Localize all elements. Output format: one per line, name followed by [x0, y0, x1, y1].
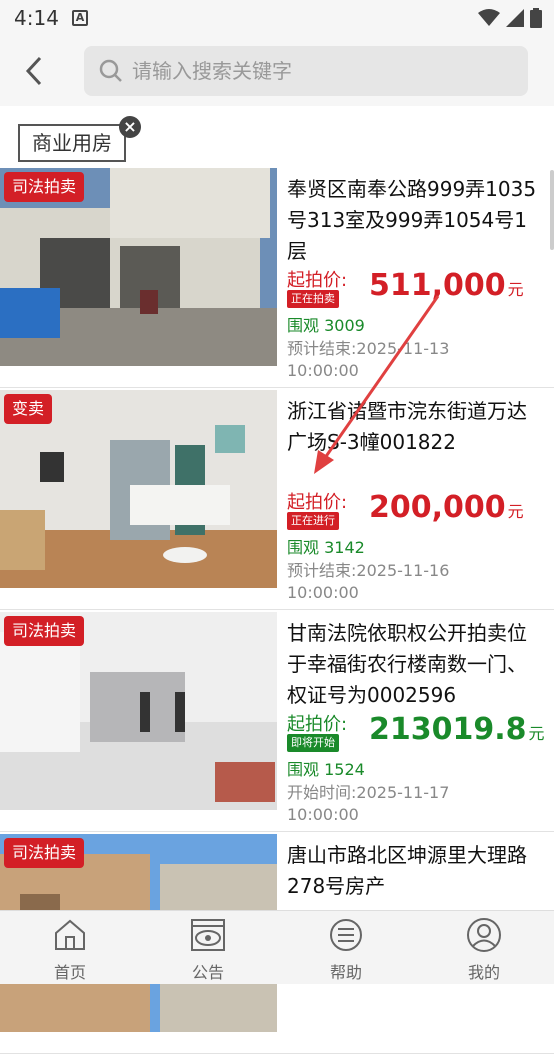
view-count: 围观 3142 [287, 538, 365, 557]
price-label: 起拍价: [287, 492, 348, 513]
time-info: 预计结束:2025-11-16 10:00:00 [287, 560, 517, 604]
listing-title[interactable]: 甘南法院依职权公开拍卖位于幸福街农行楼南数一门、权证号为0002596 [287, 618, 537, 711]
auction-type-badge: 司法拍卖 [4, 172, 85, 202]
tag-remove-icon[interactable]: × [119, 116, 141, 138]
listing-title[interactable]: 奉贤区南奉公路999弄1035号313室及999弄1054号1层 [287, 174, 537, 267]
header [0, 36, 554, 106]
status-badge: 正在进行 [287, 512, 339, 530]
wifi-icon [478, 9, 500, 26]
tab-label: 首页 [53, 963, 86, 982]
bottom-tab-bar: 首页 公告 帮助 我的 [0, 910, 554, 984]
tab-label: 我的 [467, 963, 500, 982]
notification-a-icon: A [72, 10, 88, 26]
battery-icon [530, 8, 542, 28]
auction-type-badge: 司法拍卖 [4, 838, 85, 868]
price-unit: 元 [507, 502, 524, 521]
price-area: 起拍价: 正在进行 200,000 元 [287, 488, 547, 536]
price-value: 213019.8 元 [369, 712, 545, 747]
tab-label: 公告 [191, 963, 224, 982]
tab-home[interactable]: 首页 [20, 911, 120, 985]
filter-tag[interactable]: 商业用房 [18, 124, 126, 162]
price-unit: 元 [507, 280, 524, 299]
time-label: 开始时间: [287, 783, 357, 802]
menu-circle-icon [330, 919, 362, 951]
price-number: 200,000 [369, 490, 506, 525]
price-unit: 元 [528, 724, 545, 743]
annotation-arrow-icon [314, 295, 440, 474]
tab-help[interactable]: 帮助 [296, 911, 396, 985]
scrollbar[interactable] [550, 170, 554, 250]
filter-tag-row: 商业用房 × [0, 106, 554, 166]
auction-type-badge: 司法拍卖 [4, 616, 85, 646]
price-number: 213019.8 [369, 712, 527, 747]
back-arrow-icon[interactable] [18, 54, 48, 88]
list-item[interactable]: 变卖 浙江省诸暨市浣东街道万达广场S-3幢001822 起拍价: 正在进行 20… [0, 388, 554, 610]
list-item[interactable]: 司法拍卖 甘南法院依职权公开拍卖位于幸福街农行楼南数一门、权证号为0002596… [0, 610, 554, 832]
search-box[interactable] [84, 46, 528, 96]
status-bar: 4:14 A [0, 0, 554, 36]
status-badge: 即将开始 [287, 734, 339, 752]
price-area: 起拍价: 即将开始 213019.8 元 [287, 710, 547, 758]
eye-icon [191, 919, 225, 951]
listing-title[interactable]: 唐山市路北区坤源里大理路278号房产 [287, 840, 537, 902]
price-label: 起拍价: [287, 270, 348, 291]
tab-notice[interactable]: 公告 [158, 911, 258, 985]
list-item[interactable]: 司法拍卖 奉贤区南奉公路999弄1035号313室及999弄1054号1层 起拍… [0, 166, 554, 388]
auction-type-badge: 变卖 [4, 394, 53, 424]
view-count: 围观 1524 [287, 760, 365, 779]
status-time: 4:14 [14, 6, 59, 30]
signal-icon [506, 9, 524, 27]
tab-profile[interactable]: 我的 [434, 911, 534, 985]
user-icon [467, 918, 501, 952]
system-icons [478, 8, 542, 28]
time-label: 预计结束: [287, 561, 357, 580]
home-icon [55, 919, 85, 950]
tab-label: 帮助 [329, 963, 362, 982]
filter-tag-label: 商业用房 [32, 131, 112, 155]
price-value: 200,000 元 [369, 490, 524, 525]
search-icon [99, 59, 122, 82]
price-label: 起拍价: [287, 714, 348, 735]
time-info: 开始时间:2025-11-17 10:00:00 [287, 782, 517, 826]
search-input[interactable] [132, 54, 512, 88]
